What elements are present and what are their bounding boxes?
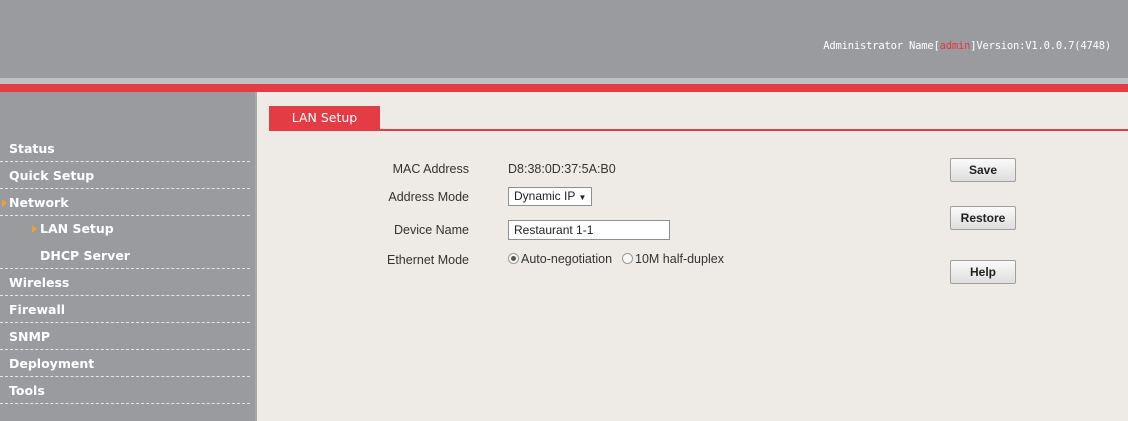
- auto-negotiation-label: Auto-negotiation: [521, 252, 613, 266]
- sidebar-item-label: Firewall: [9, 302, 66, 317]
- sidebar-item-label: Wireless: [9, 275, 70, 290]
- sidebar-item-status[interactable]: Status: [0, 136, 250, 162]
- admin-label: Administrator Name[: [823, 40, 940, 52]
- sidebar-nav: Status Quick Setup Network LAN Setup DHC…: [0, 92, 255, 421]
- device-name-label: Device Name: [393, 223, 469, 237]
- auto-negotiation-radio[interactable]: [508, 253, 519, 264]
- header-accent-bar: [0, 84, 1128, 92]
- save-button[interactable]: Save: [950, 158, 1016, 182]
- top-header: Administrator Name[admin]Version:V1.0.0.…: [0, 0, 1128, 78]
- sidebar-item-dhcp-server[interactable]: DHCP Server: [0, 243, 250, 269]
- sidebar-item-network[interactable]: Network: [0, 190, 250, 216]
- tab-underline: [269, 129, 1128, 131]
- sidebar-item-lan-setup[interactable]: LAN Setup: [0, 216, 250, 242]
- sidebar-item-label: Quick Setup: [9, 168, 95, 183]
- sidebar-item-quick-setup[interactable]: Quick Setup: [0, 163, 250, 189]
- device-name-field[interactable]: [508, 220, 670, 240]
- help-button[interactable]: Help: [950, 260, 1016, 284]
- sidebar-item-label: LAN Setup: [40, 221, 114, 236]
- version-label: ]Version:V1.0.0.7(4748): [970, 40, 1111, 52]
- sidebar-item-snmp[interactable]: SNMP: [0, 324, 250, 350]
- sidebar-item-wireless[interactable]: Wireless: [0, 270, 250, 296]
- triangle-right-icon: [32, 225, 37, 233]
- half-duplex-radio[interactable]: [622, 253, 633, 264]
- half-duplex-label: 10M half-duplex: [635, 252, 724, 266]
- sidebar-item-label: Tools: [9, 383, 45, 398]
- tab-lan-setup[interactable]: LAN Setup: [269, 106, 380, 130]
- ethernet-mode-label: Ethernet Mode: [387, 253, 469, 267]
- main-content: LAN Setup MAC Address D8:38:0D:37:5A:B0 …: [257, 92, 1128, 421]
- mac-address-label: MAC Address: [392, 162, 469, 176]
- sidebar-item-label: DHCP Server: [40, 248, 130, 263]
- address-mode-label: Address Mode: [388, 190, 469, 204]
- sidebar-item-firewall[interactable]: Firewall: [0, 297, 250, 323]
- sidebar-item-label: Deployment: [9, 356, 95, 371]
- address-mode-value: Dynamic IP: [514, 189, 576, 203]
- sidebar-item-label: Network: [9, 195, 69, 210]
- dropdown-arrow-icon: ▼: [578, 193, 587, 202]
- mac-address-value: D8:38:0D:37:5A:B0: [508, 162, 616, 176]
- sidebar-item-label: Status: [9, 141, 55, 156]
- address-mode-select[interactable]: Dynamic IP ▼: [508, 187, 592, 206]
- sidebar-item-deployment[interactable]: Deployment: [0, 351, 250, 377]
- admin-name: admin: [939, 40, 971, 52]
- restore-button[interactable]: Restore: [950, 206, 1016, 230]
- admin-version-info: Administrator Name[admin]Version:V1.0.0.…: [823, 40, 1111, 52]
- sidebar-item-label: SNMP: [9, 329, 51, 344]
- triangle-right-icon: [2, 199, 7, 207]
- sidebar-item-tools[interactable]: Tools: [0, 378, 250, 404]
